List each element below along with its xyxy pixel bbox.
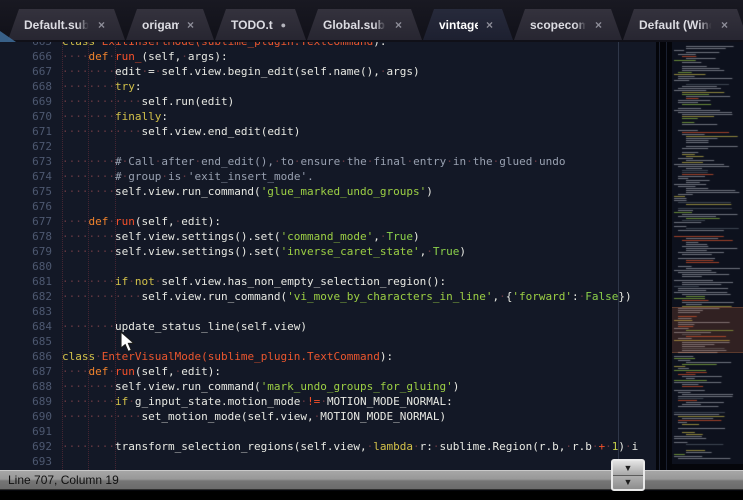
line-number: 681 bbox=[0, 274, 52, 289]
line-number: 671 bbox=[0, 124, 52, 139]
code-line: 679········self.view.settings().set('inv… bbox=[0, 244, 656, 259]
code-line: 686class·EnterVisualMode(sublime_plugin.… bbox=[0, 349, 656, 364]
line-number: 666 bbox=[0, 49, 52, 64]
line-number: 676 bbox=[0, 199, 52, 214]
code-line: 688········self.view.run_command('mark_u… bbox=[0, 379, 656, 394]
code-line: 676 bbox=[0, 199, 656, 214]
line-number: 692 bbox=[0, 439, 52, 454]
code-line: 675········self.view.run_command('glue_m… bbox=[0, 184, 656, 199]
close-icon[interactable]: × bbox=[98, 20, 105, 30]
tab-label: scopecommand bbox=[530, 18, 587, 32]
tab-label: Default (Windo bbox=[639, 18, 713, 32]
mouse-cursor bbox=[120, 331, 135, 353]
close-icon[interactable]: × bbox=[595, 20, 602, 30]
track-line bbox=[666, 42, 667, 470]
line-number: 670 bbox=[0, 109, 52, 124]
code-line: 674········#·group·is·'exit_insert_mode'… bbox=[0, 169, 656, 184]
code-line: 692········transform_selection_regions(s… bbox=[0, 439, 656, 454]
tab-scopecommand[interactable]: scopecommand × bbox=[514, 9, 622, 40]
scrollbar-steppers[interactable]: ▼ ▼ bbox=[611, 459, 645, 491]
line-number: 682 bbox=[0, 289, 52, 304]
code-line: 684········update_status_line(self.view) bbox=[0, 319, 656, 334]
line-number: 689 bbox=[0, 394, 52, 409]
code-line: 687····def·run(self,·edit): bbox=[0, 364, 656, 379]
close-icon[interactable]: × bbox=[486, 20, 493, 30]
code-line: 680 bbox=[0, 259, 656, 274]
minimap[interactable] bbox=[672, 42, 743, 464]
line-number: 672 bbox=[0, 139, 52, 154]
sublime-text-window: Default.sublime × origami.py × TODO.txt … bbox=[0, 0, 743, 500]
line-number: 686 bbox=[0, 349, 52, 364]
caret-position-text: Line 707, Column 19 bbox=[0, 473, 119, 487]
tab-todo-txt[interactable]: TODO.txt ● bbox=[215, 9, 306, 40]
code-line: 671············self.view.end_edit(edit) bbox=[0, 124, 656, 139]
code-line: 677····def·run(self,·edit): bbox=[0, 214, 656, 229]
line-number: 679 bbox=[0, 244, 52, 259]
code-line: 678········self.view.settings().set('com… bbox=[0, 229, 656, 244]
code-line: 673········#·Call·after·end_edit(),·to·e… bbox=[0, 154, 656, 169]
scroll-up-button[interactable]: ▼ bbox=[613, 461, 643, 476]
window-bottom-strip bbox=[0, 491, 743, 500]
tab-bar-corner-accent bbox=[0, 31, 16, 42]
tab-vintage-py[interactable]: vintage.py × bbox=[423, 9, 513, 40]
line-number: 685 bbox=[0, 334, 52, 349]
dirty-dot-icon[interactable]: ● bbox=[281, 20, 286, 30]
close-icon[interactable]: × bbox=[395, 20, 402, 30]
code-line: 683 bbox=[0, 304, 656, 319]
code-editor[interactable]: 665class·ExitInsertMode(sublime_plugin.T… bbox=[0, 42, 656, 470]
tab-bar: Default.sublime × origami.py × TODO.txt … bbox=[0, 0, 743, 42]
code-line: 666····def·run_(self,·args): bbox=[0, 49, 656, 64]
tab-label: Global.sublime bbox=[323, 18, 387, 32]
line-number: 677 bbox=[0, 214, 52, 229]
tab-label: origami.py bbox=[142, 18, 179, 32]
code-line: 693 bbox=[0, 454, 656, 469]
wrap-guide-ruler bbox=[618, 42, 619, 470]
tab-global-sublime[interactable]: Global.sublime × bbox=[307, 9, 422, 40]
tab-label: TODO.txt bbox=[231, 18, 273, 32]
code-line: 691 bbox=[0, 424, 656, 439]
scrollbar-track[interactable] bbox=[656, 42, 672, 470]
code-line: 672 bbox=[0, 139, 656, 154]
code-line: 665class·ExitInsertMode(sublime_plugin.T… bbox=[0, 42, 656, 49]
line-number: 691 bbox=[0, 424, 52, 439]
code-line: 670········finally: bbox=[0, 109, 656, 124]
code-line: 682············self.view.run_command('vi… bbox=[0, 289, 656, 304]
line-number: 675 bbox=[0, 184, 52, 199]
line-number: 665 bbox=[0, 42, 52, 49]
line-number: 674 bbox=[0, 169, 52, 184]
tab-default-sublime[interactable]: Default.sublime × bbox=[8, 9, 125, 40]
line-number: 687 bbox=[0, 364, 52, 379]
scroll-down-button[interactable]: ▼ bbox=[613, 476, 643, 490]
code-line: 681········if·not·self.view.has_non_empt… bbox=[0, 274, 656, 289]
minimap-viewport[interactable] bbox=[672, 307, 743, 353]
code-line: 690············set_motion_mode(self.view… bbox=[0, 409, 656, 424]
code-line: 668········try: bbox=[0, 79, 656, 94]
tab-label: Default.sublime bbox=[24, 18, 90, 32]
line-number: 667 bbox=[0, 64, 52, 79]
line-number: 693 bbox=[0, 454, 52, 469]
code-line: 669············self.run(edit) bbox=[0, 94, 656, 109]
tab-default-window[interactable]: Default (Windo × bbox=[623, 9, 743, 40]
tab-label: vintage.py bbox=[439, 18, 478, 32]
close-icon[interactable]: × bbox=[187, 20, 194, 30]
line-number: 688 bbox=[0, 379, 52, 394]
line-number: 669 bbox=[0, 94, 52, 109]
line-number: 690 bbox=[0, 409, 52, 424]
close-icon[interactable]: × bbox=[721, 20, 728, 30]
track-line bbox=[659, 42, 660, 470]
line-number: 673 bbox=[0, 154, 52, 169]
tab-origami-py[interactable]: origami.py × bbox=[126, 9, 214, 40]
line-number: 668 bbox=[0, 79, 52, 94]
line-number: 678 bbox=[0, 229, 52, 244]
code-line: 685 bbox=[0, 334, 656, 349]
line-number: 683 bbox=[0, 304, 52, 319]
code-line: 689········if·g_input_state.motion_mode·… bbox=[0, 394, 656, 409]
line-number: 680 bbox=[0, 259, 52, 274]
line-number: 684 bbox=[0, 319, 52, 334]
code-line: 667········edit·=·self.view.begin_edit(s… bbox=[0, 64, 656, 79]
